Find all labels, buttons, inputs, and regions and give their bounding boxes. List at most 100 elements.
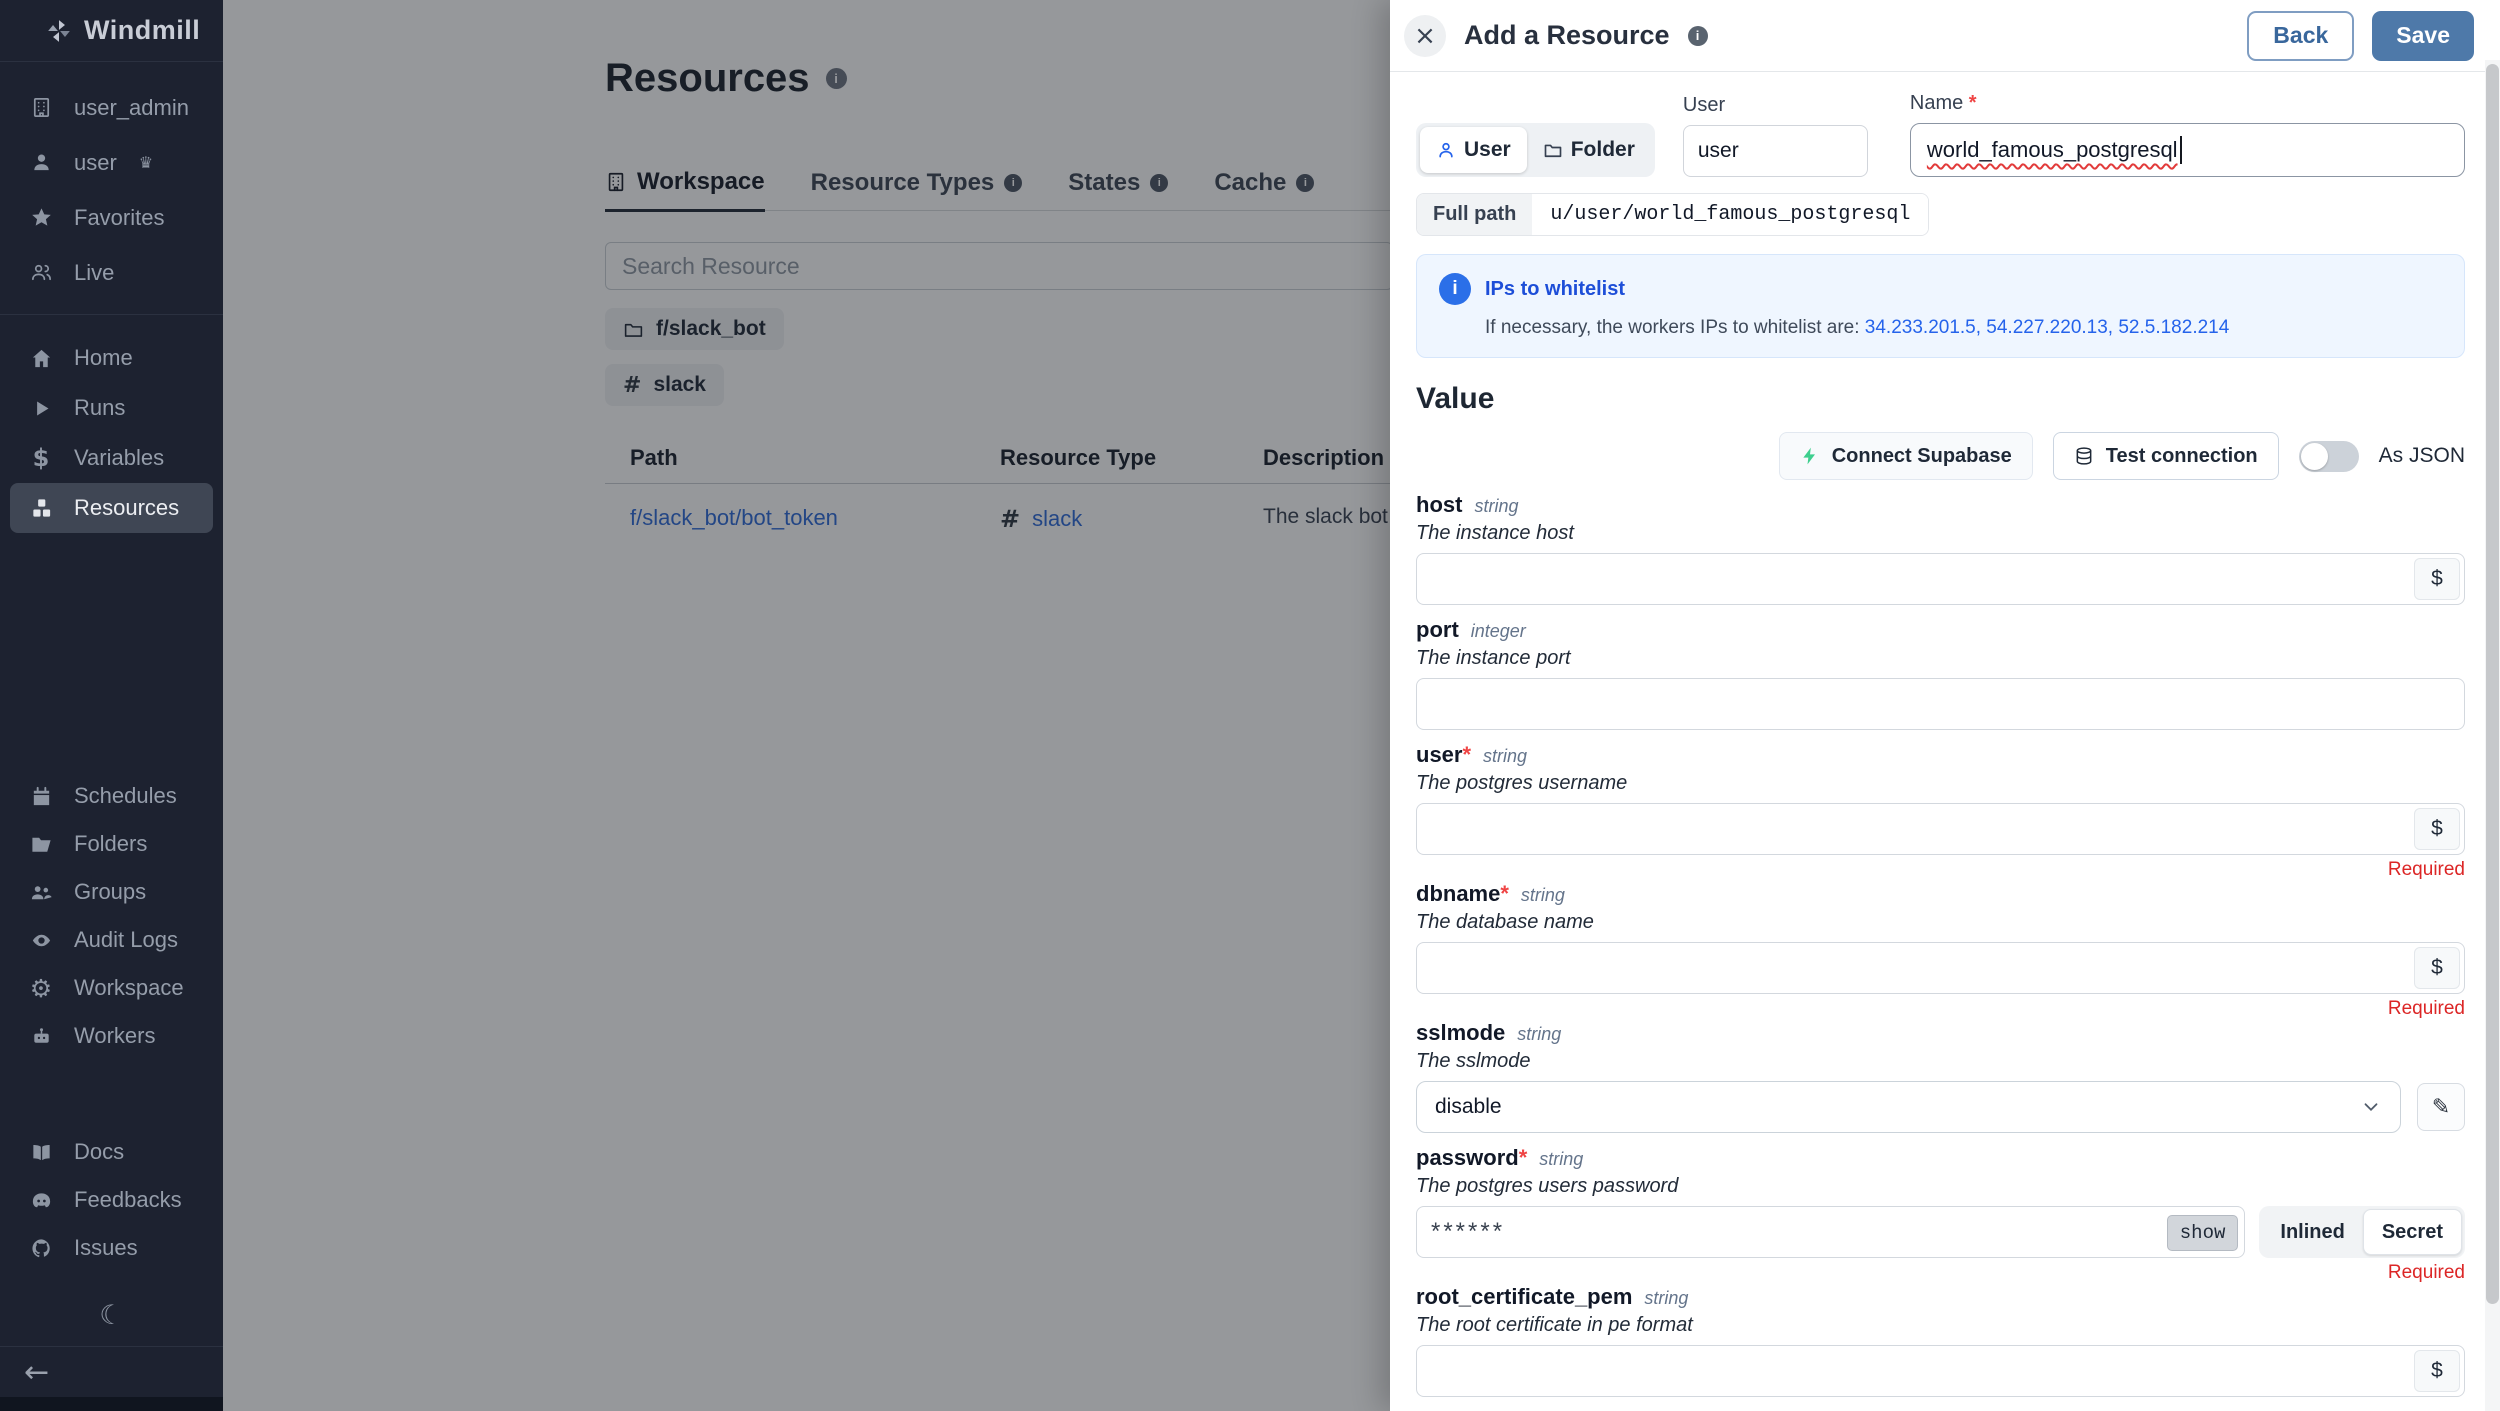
home-icon: [28, 347, 54, 370]
password-row: ****** show Inlined Secret: [1416, 1206, 2465, 1258]
windmill-logo[interactable]: Windmill: [0, 0, 223, 62]
owner-toggle: User Folder: [1416, 123, 1655, 177]
sidebar-item-workers[interactable]: Workers: [0, 1012, 223, 1060]
dbname-input[interactable]: [1416, 942, 2465, 994]
folder-icon: [28, 833, 54, 856]
discord-icon: [28, 1189, 54, 1212]
robot-icon: [28, 1025, 54, 1048]
owner-toggle-user[interactable]: User: [1420, 127, 1527, 173]
inlined-option[interactable]: Inlined: [2262, 1209, 2362, 1255]
full-path-row: Full path u/user/world_famous_postgresql: [1416, 193, 1929, 236]
port-input[interactable]: [1416, 678, 2465, 730]
name-input[interactable]: world_famous_postgresql: [1910, 123, 2465, 177]
toggle-knob: [2301, 443, 2328, 470]
sidebar-item-workspace-settings[interactable]: ⚙ Workspace: [0, 964, 223, 1012]
infobox-ips: 34.233.201.5, 54.227.220.13, 52.5.182.21…: [1865, 317, 2230, 338]
calendar-icon: [28, 785, 54, 808]
sslmode-select[interactable]: disable: [1416, 1081, 2401, 1133]
required-asterisk: *: [1462, 742, 1471, 767]
owner-user-label: User: [1464, 138, 1511, 162]
sidebar-spacer: [0, 533, 223, 754]
modal-overlay[interactable]: [223, 0, 1390, 1411]
user-icon: [28, 151, 54, 174]
field-labels: sslmode string: [1416, 1020, 2465, 1046]
owner-toggle-folder[interactable]: Folder: [1527, 127, 1651, 173]
sslmode-value: disable: [1435, 1095, 1502, 1119]
field-host: host string The instance host $: [1416, 492, 2465, 605]
drawer-info-icon[interactable]: i: [1688, 26, 1708, 46]
sidebar-item-groups[interactable]: Groups: [0, 868, 223, 916]
field-name: user*: [1416, 742, 1471, 768]
password-input[interactable]: ******: [1416, 1206, 2245, 1258]
sidebar-top-group: user_admin user ♛ Favorites: [0, 62, 223, 315]
sidebar-item-workspace-selector[interactable]: user_admin: [0, 80, 223, 135]
host-input[interactable]: [1416, 553, 2465, 605]
field-description: The database name: [1416, 911, 2465, 934]
required-asterisk: *: [1519, 1145, 1528, 1170]
sidebar-item-user-menu[interactable]: user ♛: [0, 135, 223, 190]
groups-label: Groups: [74, 879, 146, 905]
field-name: root_certificate_pem: [1416, 1284, 1632, 1310]
field-sslmode: sslmode string The sslmode disable ✎: [1416, 1020, 2465, 1133]
infobox-title: IPs to whitelist: [1485, 278, 1625, 301]
sidebar-item-folders[interactable]: Folders: [0, 820, 223, 868]
variable-picker-button[interactable]: $: [2414, 947, 2460, 989]
moon-icon: ☾: [99, 1300, 123, 1331]
close-drawer-button[interactable]: ×: [1404, 15, 1446, 57]
field-name-text: dbname: [1416, 881, 1500, 906]
field-description: The instance host: [1416, 522, 2465, 545]
field-input-wrap: $: [1416, 553, 2465, 605]
sidebar-item-runs[interactable]: Runs: [0, 383, 223, 433]
sidebar-nav-group: Home Runs $ Variables: [0, 315, 223, 533]
sidebar-admin-group: Schedules Folders Groups: [0, 754, 223, 1060]
sidebar-item-feedbacks[interactable]: Feedbacks: [0, 1176, 223, 1224]
collapse-sidebar-button[interactable]: ←: [0, 1347, 223, 1397]
variable-picker-button[interactable]: $: [2414, 808, 2460, 850]
name-input-value: world_famous_postgresql: [1927, 137, 2178, 163]
sslmode-row: disable ✎: [1416, 1081, 2465, 1133]
play-icon: [28, 398, 54, 419]
sidebar-item-audit-logs[interactable]: Audit Logs: [0, 916, 223, 964]
as-json-toggle[interactable]: [2299, 441, 2359, 472]
docs-label: Docs: [74, 1139, 124, 1165]
pg-user-input[interactable]: [1416, 803, 2465, 855]
drawer-title: Add a Resource: [1464, 20, 1670, 51]
sidebar-item-home[interactable]: Home: [0, 333, 223, 383]
feedbacks-label: Feedbacks: [74, 1187, 182, 1213]
sidebar-item-favorites[interactable]: Favorites: [0, 190, 223, 245]
variable-picker-button[interactable]: $: [2414, 1350, 2460, 1392]
gear-icon: ⚙: [28, 974, 54, 1003]
required-asterisk: *: [1500, 881, 1509, 906]
user-input[interactable]: [1683, 125, 1868, 177]
theme-toggle[interactable]: ☾: [0, 1294, 223, 1336]
connect-supabase-button[interactable]: Connect Supabase: [1779, 432, 2033, 480]
value-actions-row: Connect Supabase Test connection As JSON: [1416, 432, 2465, 480]
save-button[interactable]: Save: [2372, 11, 2474, 61]
live-label: Live: [74, 260, 114, 286]
database-icon: [2074, 446, 2094, 466]
field-input-wrap: $: [1416, 803, 2465, 855]
sidebar-item-resources[interactable]: Resources: [10, 483, 213, 533]
sidebar-item-live[interactable]: Live: [0, 245, 223, 300]
building-icon: [28, 96, 54, 119]
test-connection-button[interactable]: Test connection: [2053, 432, 2279, 480]
folder-icon: [1543, 140, 1563, 160]
sidebar-item-schedules[interactable]: Schedules: [0, 772, 223, 820]
boxes-icon: [28, 497, 54, 520]
edit-pencil-button[interactable]: ✎: [2417, 1083, 2465, 1131]
required-hint: Required: [1416, 859, 2465, 881]
back-button[interactable]: Back: [2247, 11, 2354, 61]
show-password-button[interactable]: show: [2167, 1215, 2239, 1251]
pencil-icon: ✎: [2432, 1095, 2450, 1120]
scrollbar-thumb[interactable]: [2486, 64, 2499, 1304]
variable-picker-button[interactable]: $: [2414, 558, 2460, 600]
root-certificate-input[interactable]: [1416, 1345, 2465, 1397]
secret-option[interactable]: Secret: [2363, 1209, 2462, 1255]
drawer-scrollbar[interactable]: [2485, 60, 2500, 1411]
name-field-col: Name * world_famous_postgresql: [1910, 92, 2465, 177]
field-description: The root certificate in pe format: [1416, 1314, 2465, 1337]
sidebar-item-docs[interactable]: Docs: [0, 1128, 223, 1176]
sidebar-item-variables[interactable]: $ Variables: [0, 433, 223, 483]
github-icon: [28, 1237, 54, 1260]
sidebar-item-issues[interactable]: Issues: [0, 1224, 223, 1272]
